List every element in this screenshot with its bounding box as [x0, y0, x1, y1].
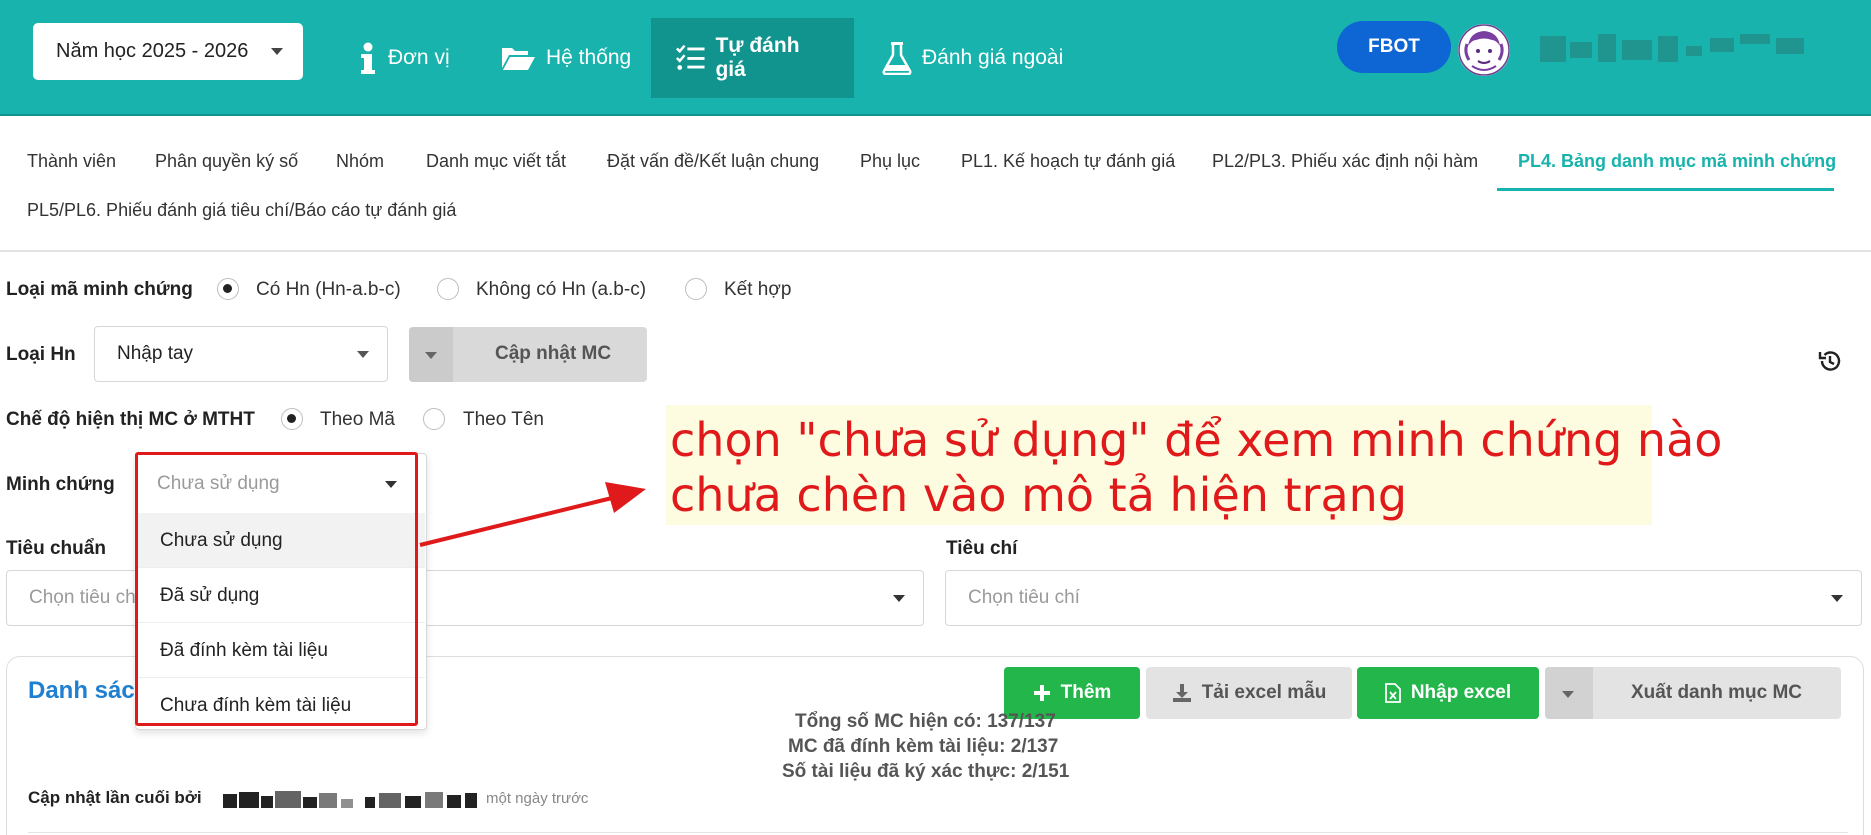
radio-theo-ma-label[interactable]: Theo Mã [320, 409, 395, 431]
stat-total-mc: Tổng số MC hiện có: 137/137 [795, 711, 1056, 732]
stat-attached-mc: MC đã đính kèm tài liệu: 2/137 [788, 736, 1059, 757]
export-button-label: Xuất danh mục MC [1631, 682, 1803, 703]
tab-dat-van-de[interactable]: Đặt vấn đề/Kết luận chung [607, 151, 819, 172]
download-icon [1172, 684, 1191, 702]
nav-he-thong-label: Hệ thống [546, 46, 632, 69]
section-tabs: Thành viên Phân quyền ký số Nhóm Danh mụ… [0, 116, 1871, 252]
display-mode-label: Chế độ hiện thị MC ở MTHT [6, 409, 255, 430]
excel-file-icon [1384, 683, 1401, 703]
card-title: Danh sách [28, 677, 150, 704]
folder-open-icon [502, 48, 535, 70]
info-icon [361, 42, 375, 74]
tab-phu-luc[interactable]: Phụ lục [860, 151, 920, 172]
active-tab-underline [1497, 188, 1834, 191]
annotation-note: chọn "chưa sử dụng" để xem minh chứng nà… [666, 405, 1722, 525]
tab-pl2-pl3[interactable]: PL2/PL3. Phiếu xác định nội hàm [1212, 151, 1478, 172]
tab-pl1[interactable]: PL1. Kế hoạch tự đánh giá [961, 151, 1175, 172]
radio-khong-co-hn-label[interactable]: Không có Hn (a.b-c) [476, 279, 646, 301]
dropdown-option-da-su-dung[interactable]: Đã sử dụng [160, 585, 259, 607]
tab-phan-quyen-ky-so[interactable]: Phân quyền ký số [155, 151, 298, 172]
checklist-icon [676, 44, 705, 70]
evidence-select-value-open: Chưa sử dụng [157, 473, 280, 494]
tab-thanh-vien[interactable]: Thành viên [27, 151, 116, 172]
avatar-face-icon [1458, 24, 1510, 76]
chevron-down-icon [357, 351, 369, 358]
code-type-label: Loại mã minh chứng [6, 279, 193, 300]
download-template-button[interactable]: Tải excel mẫu [1146, 667, 1352, 719]
nav-tu-danh-gia-label: Tự đánh giá [715, 34, 800, 81]
user-name-redacted [1540, 32, 1805, 66]
dropdown-option-da-dinh-kem[interactable]: Đã đính kèm tài liệu [160, 640, 328, 662]
criteria-label: Tiêu chí [946, 538, 1018, 559]
nav-don-vi-label: Đơn vị [388, 46, 450, 69]
standard-label: Tiêu chuẩn [6, 538, 106, 559]
annotation-line-1: chọn "chưa sử dụng" để xem minh chứng nà… [670, 413, 1723, 467]
radio-theo-ten-label[interactable]: Theo Tên [463, 409, 544, 431]
plus-icon [1033, 685, 1050, 701]
tab-pl5-pl6[interactable]: PL5/PL6. Phiếu đánh giá tiêu chí/Báo cáo… [27, 200, 456, 221]
radio-ket-hop[interactable] [685, 278, 707, 300]
radio-theo-ten[interactable] [423, 408, 445, 430]
nav-he-thong[interactable]: Hệ thống [500, 18, 631, 98]
evidence-select-overlay[interactable]: Chưa sử dụng [135, 455, 427, 513]
top-navbar: Năm học 2025 - 2026 Đơn vị Hệ thống Tự đ… [0, 0, 1871, 116]
radio-co-hn[interactable] [217, 278, 239, 300]
dropdown-option-chua-dinh-kem[interactable]: Chưa đính kèm tài liệu [160, 695, 351, 717]
dropdown-separator [137, 567, 425, 568]
nav-tu-danh-gia[interactable]: Tự đánh giá [651, 18, 854, 98]
import-excel-label: Nhập excel [1410, 682, 1512, 703]
updater-name-redacted [223, 791, 478, 808]
tab-pl4[interactable]: PL4. Bảng danh mục mã minh chứng [1518, 151, 1836, 172]
flask-icon [882, 42, 912, 75]
nav-danh-gia-ngoai[interactable]: Đánh giá ngoài [882, 18, 1063, 98]
history-icon[interactable] [1817, 348, 1843, 374]
school-year-select[interactable]: Năm học 2025 - 2026 [33, 23, 303, 80]
export-split-toggle[interactable] [1545, 667, 1593, 719]
update-mc-button[interactable]: Cập nhật MC [409, 327, 647, 382]
dropdown-separator [137, 622, 425, 623]
nav-don-vi[interactable]: Đơn vị [358, 18, 450, 98]
user-avatar[interactable] [1458, 24, 1510, 76]
radio-co-hn-label[interactable]: Có Hn (Hn-a.b-c) [256, 279, 401, 301]
fbot-button[interactable]: FBOT [1337, 21, 1451, 73]
radio-ket-hop-label[interactable]: Kết hợp [724, 279, 791, 301]
evidence-label: Minh chứng [6, 474, 115, 495]
stat-signed-docs: Số tài liệu đã ký xác thực: 2/151 [782, 761, 1070, 782]
chevron-down-icon [425, 352, 437, 359]
chevron-down-icon [893, 595, 905, 602]
update-mc-label: Cập nhật MC [495, 343, 612, 364]
tab-danh-muc-viet-tat[interactable]: Danh mục viết tắt [426, 151, 566, 172]
nav-danh-gia-ngoai-label: Đánh giá ngoài [922, 46, 1064, 69]
last-updated-time: một ngày trước [486, 790, 589, 807]
tab-nhom[interactable]: Nhóm [336, 151, 384, 172]
chevron-down-icon [385, 481, 397, 488]
hn-type-value: Nhập tay [117, 343, 194, 364]
download-template-label: Tải excel mẫu [1201, 682, 1327, 703]
radio-khong-co-hn[interactable] [437, 278, 459, 300]
last-updated-label: Cập nhật lần cuối bởi [28, 788, 202, 807]
radio-theo-ma[interactable] [281, 408, 303, 430]
annotation-line-2: chưa chèn vào mô tả hiện trạng [670, 468, 1408, 522]
card-divider [28, 832, 1848, 833]
update-mc-split-toggle[interactable] [409, 327, 453, 382]
hn-type-select[interactable]: Nhập tay [94, 326, 388, 382]
chevron-down-icon [271, 48, 283, 55]
dropdown-separator [137, 677, 425, 678]
dropdown-option-chua-su-dung[interactable]: Chưa sử dụng [160, 530, 283, 552]
export-button[interactable]: Xuất danh mục MC [1545, 667, 1841, 719]
chevron-down-icon [1562, 691, 1574, 698]
import-excel-button[interactable]: Nhập excel [1357, 667, 1539, 719]
hn-type-label: Loại Hn [6, 344, 76, 365]
chevron-down-icon [1831, 595, 1843, 602]
school-year-value: Năm học 2025 - 2026 [56, 40, 249, 62]
add-button-label: Thêm [1060, 682, 1112, 703]
criteria-select[interactable]: Chọn tiêu chí [945, 570, 1862, 626]
criteria-placeholder: Chọn tiêu chí [968, 587, 1080, 608]
